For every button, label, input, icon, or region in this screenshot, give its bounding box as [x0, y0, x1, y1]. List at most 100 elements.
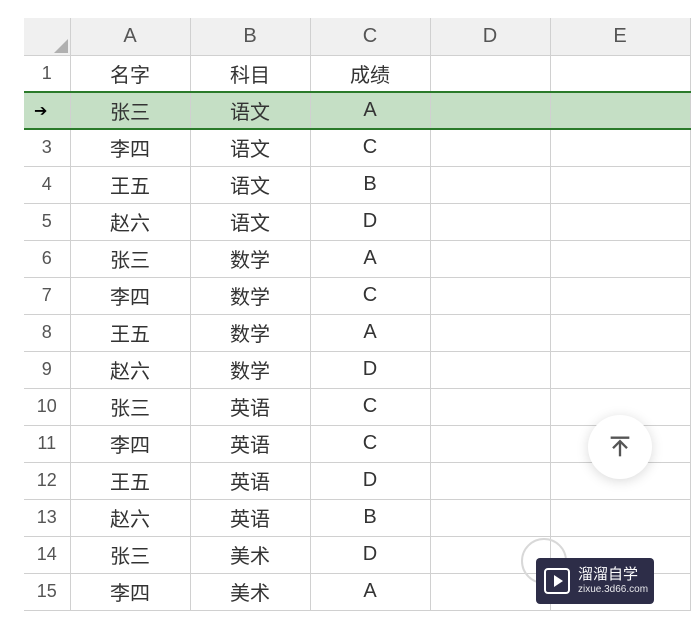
row-header[interactable]: 5	[24, 203, 70, 240]
cell[interactable]: 英语	[190, 499, 310, 536]
cell[interactable]: 语文	[190, 129, 310, 166]
cell[interactable]: 美术	[190, 573, 310, 610]
cell[interactable]: C	[310, 129, 430, 166]
cell[interactable]: 语文	[190, 166, 310, 203]
cell[interactable]: 英语	[190, 462, 310, 499]
table-row: ➔张三语文A	[24, 92, 690, 129]
cell[interactable]: C	[310, 425, 430, 462]
watermark-url: zixue.3d66.com	[578, 584, 640, 596]
cell[interactable]: 赵六	[70, 203, 190, 240]
row-header[interactable]: 10	[24, 388, 70, 425]
cell[interactable]: 数学	[190, 351, 310, 388]
table-row: 10张三英语C	[24, 388, 690, 425]
cell[interactable]: C	[310, 388, 430, 425]
cell[interactable]: A	[310, 92, 430, 129]
cell[interactable]: 数学	[190, 240, 310, 277]
cell[interactable]	[430, 166, 550, 203]
row-header[interactable]: 15	[24, 573, 70, 610]
cell[interactable]: 语文	[190, 92, 310, 129]
table-row: 12王五英语D	[24, 462, 690, 499]
cell[interactable]	[430, 314, 550, 351]
cell[interactable]	[550, 166, 690, 203]
cell[interactable]: 王五	[70, 314, 190, 351]
cell[interactable]	[430, 425, 550, 462]
column-header-D[interactable]: D	[430, 18, 550, 55]
cell[interactable]	[550, 351, 690, 388]
column-header-C[interactable]: C	[310, 18, 430, 55]
row-header[interactable]: 14	[24, 536, 70, 573]
select-all-corner[interactable]	[24, 18, 70, 55]
row-header[interactable]: 3	[24, 129, 70, 166]
row-header[interactable]: 4	[24, 166, 70, 203]
cell[interactable]: D	[310, 462, 430, 499]
row-header[interactable]: 6	[24, 240, 70, 277]
cell[interactable]	[430, 55, 550, 92]
spreadsheet[interactable]: A B C D E 1名字科目成绩➔张三语文A3李四语文C4王五语文B5赵六语文…	[24, 18, 691, 611]
cell[interactable]: 王五	[70, 166, 190, 203]
cell[interactable]	[430, 203, 550, 240]
cell[interactable]	[430, 388, 550, 425]
table-row: 6张三数学A	[24, 240, 690, 277]
cell[interactable]: 名字	[70, 55, 190, 92]
table-row: 4王五语文B	[24, 166, 690, 203]
cell[interactable]	[550, 499, 690, 536]
cell[interactable]	[550, 129, 690, 166]
row-header[interactable]: 8	[24, 314, 70, 351]
scroll-to-top-button[interactable]	[588, 415, 652, 479]
column-header-row: A B C D E	[24, 18, 690, 55]
cell[interactable]	[430, 351, 550, 388]
cell[interactable]: 科目	[190, 55, 310, 92]
cell[interactable]: 英语	[190, 388, 310, 425]
cell[interactable]: 张三	[70, 240, 190, 277]
cell[interactable]: 语文	[190, 203, 310, 240]
column-header-A[interactable]: A	[70, 18, 190, 55]
cell[interactable]: 李四	[70, 573, 190, 610]
cell[interactable]: 王五	[70, 462, 190, 499]
cell[interactable]: A	[310, 573, 430, 610]
cell[interactable]: 李四	[70, 425, 190, 462]
cell[interactable]	[550, 203, 690, 240]
table-row: 13赵六英语B	[24, 499, 690, 536]
cell[interactable]: A	[310, 240, 430, 277]
cell[interactable]: D	[310, 351, 430, 388]
cell[interactable]	[430, 499, 550, 536]
cell[interactable]: D	[310, 203, 430, 240]
column-header-B[interactable]: B	[190, 18, 310, 55]
cell[interactable]	[430, 462, 550, 499]
row-header[interactable]: 13	[24, 499, 70, 536]
row-header[interactable]: 9	[24, 351, 70, 388]
cell[interactable]: A	[310, 314, 430, 351]
play-icon	[544, 568, 570, 594]
cell[interactable]: 张三	[70, 92, 190, 129]
cell[interactable]: 数学	[190, 277, 310, 314]
column-header-E[interactable]: E	[550, 18, 690, 55]
row-header[interactable]: 12	[24, 462, 70, 499]
row-header[interactable]: ➔	[24, 92, 70, 129]
cell[interactable]	[430, 92, 550, 129]
cell[interactable]: 李四	[70, 129, 190, 166]
cell[interactable]: C	[310, 277, 430, 314]
cell[interactable]: 成绩	[310, 55, 430, 92]
cell[interactable]: 张三	[70, 388, 190, 425]
cell[interactable]: 英语	[190, 425, 310, 462]
cell[interactable]: B	[310, 499, 430, 536]
cell[interactable]: 数学	[190, 314, 310, 351]
cell[interactable]	[550, 92, 690, 129]
row-header[interactable]: 1	[24, 55, 70, 92]
cell[interactable]	[550, 277, 690, 314]
cell[interactable]	[430, 240, 550, 277]
row-header[interactable]: 7	[24, 277, 70, 314]
row-header[interactable]: 11	[24, 425, 70, 462]
cell[interactable]: 李四	[70, 277, 190, 314]
cell[interactable]: 美术	[190, 536, 310, 573]
cell[interactable]: B	[310, 166, 430, 203]
cell[interactable]	[550, 240, 690, 277]
cell[interactable]: 张三	[70, 536, 190, 573]
cell[interactable]	[550, 314, 690, 351]
cell[interactable]	[430, 129, 550, 166]
cell[interactable]: 赵六	[70, 499, 190, 536]
cell[interactable]	[430, 277, 550, 314]
cell[interactable]: D	[310, 536, 430, 573]
cell[interactable]: 赵六	[70, 351, 190, 388]
cell[interactable]	[550, 55, 690, 92]
